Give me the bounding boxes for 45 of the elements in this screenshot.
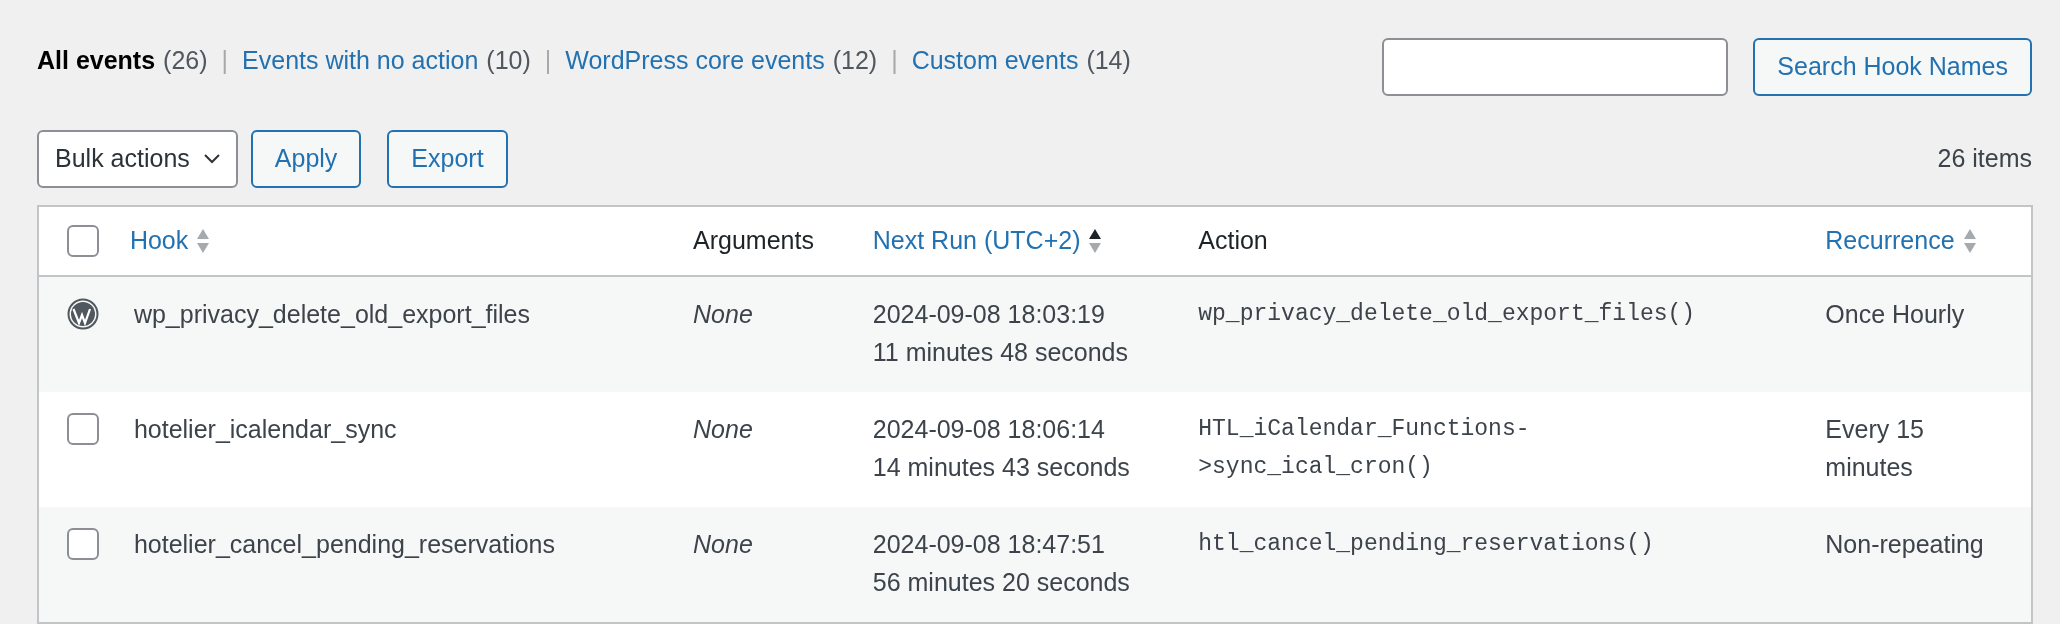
filter-count: (14) — [1086, 45, 1131, 76]
item-count: 26 items — [1937, 143, 2032, 175]
filter-separator: | — [221, 45, 229, 76]
next-run-date: 2024-09-08 18:03:19 — [872, 299, 1106, 330]
recurrence-cell-text: Once Hourly — [1825, 299, 1966, 330]
column-header: Arguments — [693, 225, 814, 257]
bulk-actions-dropdown[interactable]: Bulk actions — [37, 130, 238, 188]
apply-button[interactable]: Apply — [250, 130, 362, 188]
filter-separator: | — [544, 45, 552, 76]
column-header-link[interactable]: Hook — [129, 222, 189, 260]
arguments-cell: None — [693, 415, 753, 443]
hook-name: hotelier_cancel_pending_reservations — [133, 530, 556, 558]
checkbox[interactable] — [67, 413, 99, 445]
time-remaining: 56 minutes 20 seconds — [872, 567, 1131, 598]
filter-link[interactable]: WordPress core events — [565, 42, 825, 80]
next-run-date: 2024-09-08 18:47:51 — [872, 529, 1106, 560]
filter-link[interactable]: Events with no action — [242, 42, 479, 80]
wordpress-logo-icon — [67, 298, 99, 330]
filter-count: (26) — [163, 45, 208, 76]
column-header-link[interactable]: Recurrence — [1825, 222, 1955, 260]
filter-count: (12) — [832, 45, 878, 76]
checkbox[interactable] — [67, 528, 99, 560]
export-button[interactable]: Export — [387, 130, 508, 188]
time-remaining: 14 minutes 43 seconds — [872, 452, 1131, 483]
action-code: htl_cancel_pending_reservations() — [1198, 530, 1655, 559]
recurrence-cell-text: Every 15 minutes — [1825, 414, 1925, 483]
hook-name: wp_privacy_delete_old_export_files — [133, 300, 530, 328]
arguments-cell: None — [693, 530, 753, 558]
search-field[interactable] — [1382, 38, 1729, 96]
column-header-link[interactable]: Next Run (UTC+2) — [872, 222, 1081, 260]
time-remaining: 11 minutes 48 seconds — [872, 337, 1129, 368]
checkbox[interactable] — [67, 225, 99, 257]
search-button[interactable]: Search Hook Names — [1753, 38, 2032, 96]
filter-separator: | — [891, 45, 898, 76]
filter-link[interactable]: All events — [37, 42, 156, 80]
filter-count: (10) — [486, 45, 531, 76]
filter-link[interactable]: Custom events — [911, 42, 1079, 80]
chevron-down-icon — [203, 154, 220, 164]
action-code: wp_privacy_delete_old_export_files() — [1198, 300, 1697, 329]
recurrence-cell-text: Non-repeating — [1825, 529, 1985, 560]
next-run-date: 2024-09-08 18:06:14 — [872, 414, 1106, 445]
action-code: HTL_iCalendar_Functions->sync_ical_cron() — [1198, 415, 1531, 482]
arguments-cell: None — [693, 300, 753, 328]
column-header: Action — [1198, 225, 1268, 257]
hook-name: hotelier_icalendar_sync — [133, 415, 397, 443]
